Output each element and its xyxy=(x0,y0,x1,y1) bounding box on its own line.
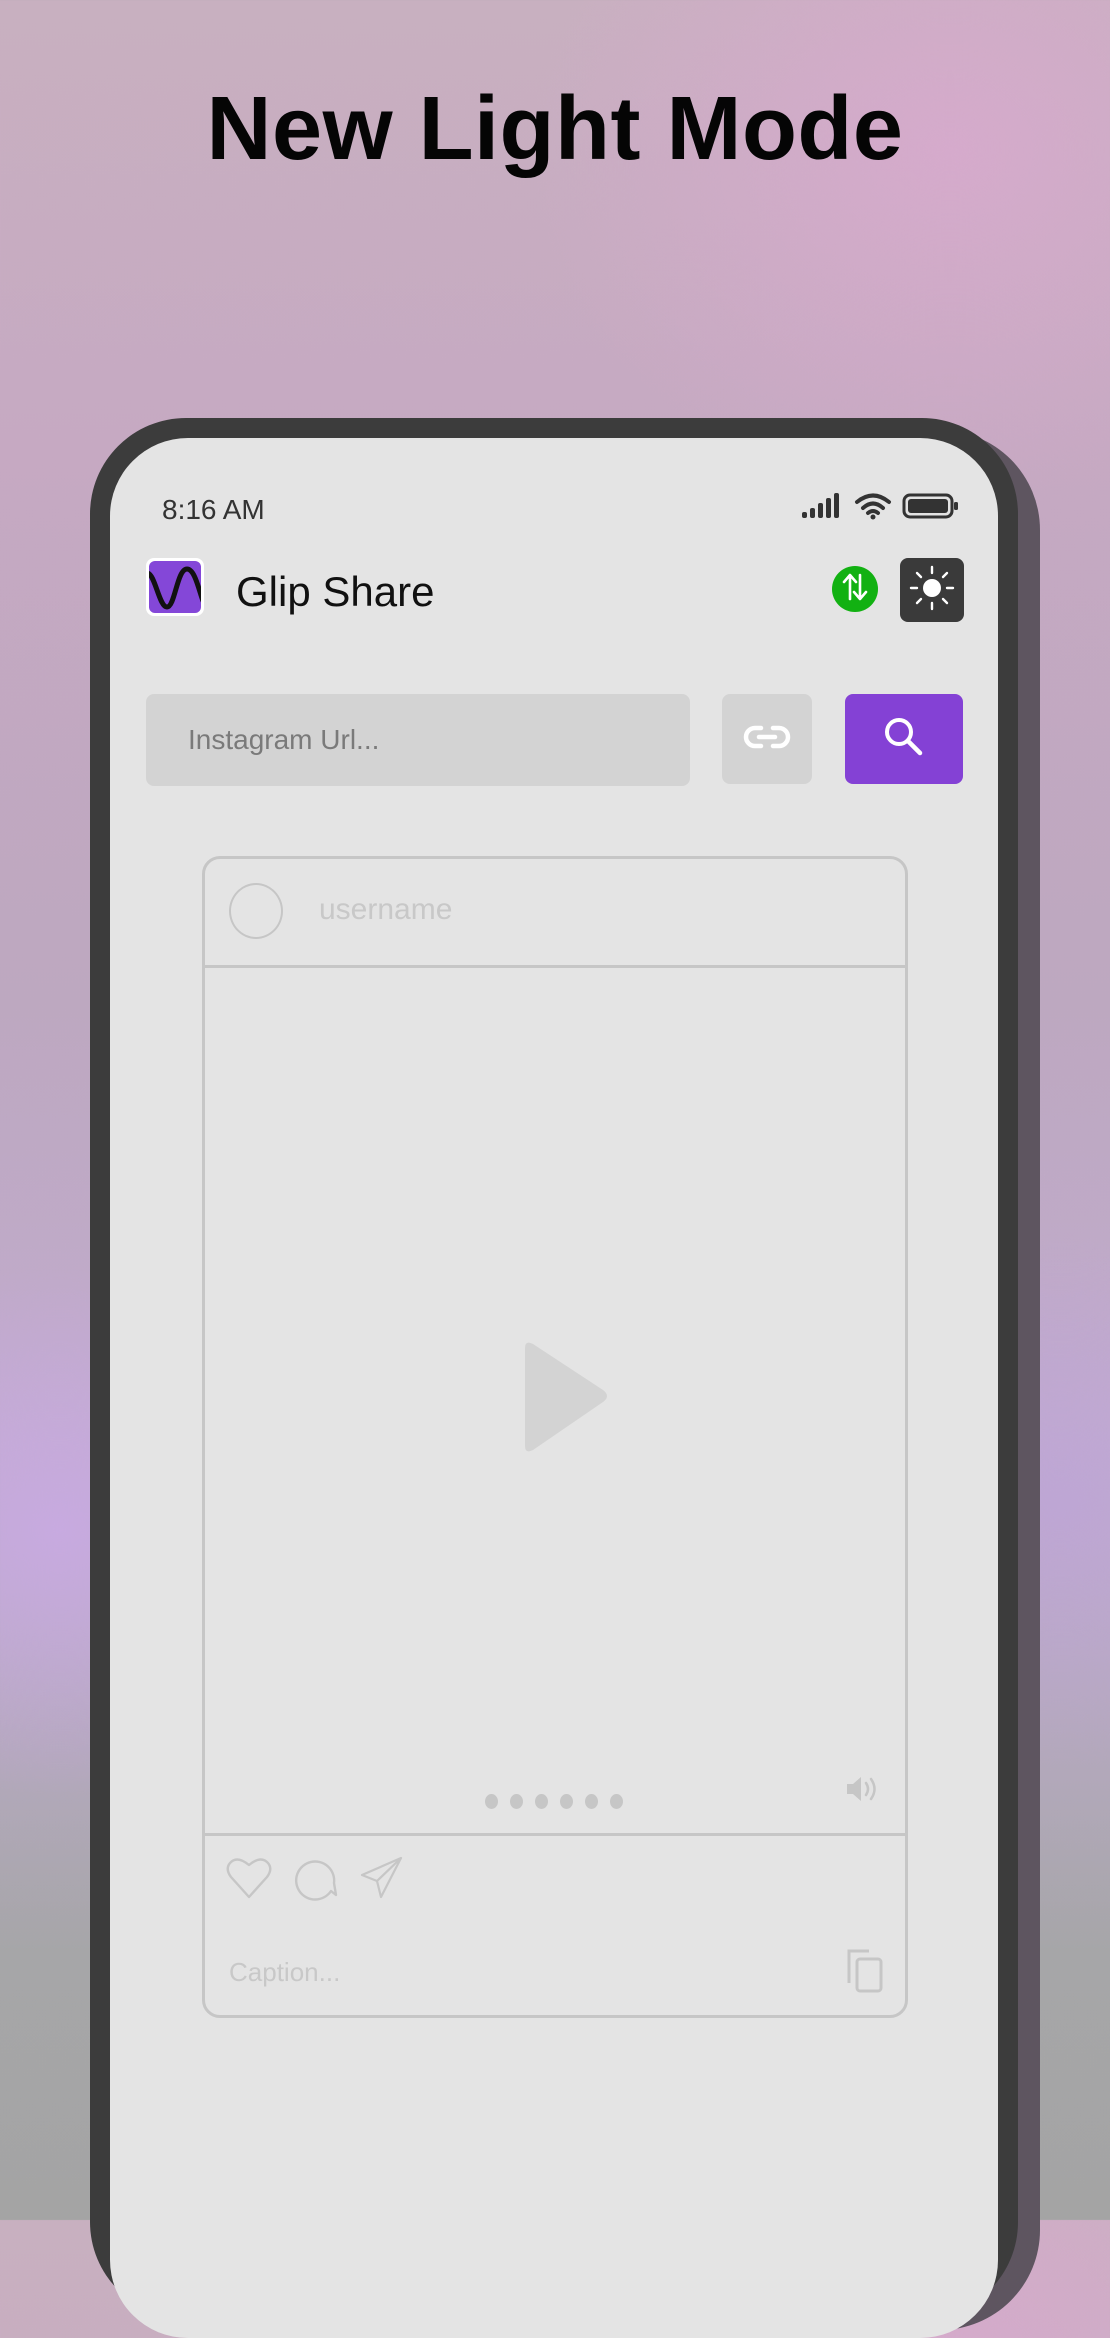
play-icon[interactable] xyxy=(515,1338,615,1463)
app-logo xyxy=(146,558,204,616)
post-actions xyxy=(225,1855,405,1906)
carousel-dot xyxy=(535,1794,548,1809)
app-screen: 8:16 AM Glip Share Instagram Url... user… xyxy=(110,438,998,2338)
carousel-dot xyxy=(585,1794,598,1809)
link-icon xyxy=(743,722,791,757)
heart-icon[interactable] xyxy=(225,1855,273,1906)
app-title: Glip Share xyxy=(236,568,435,615)
phone-frame: 8:16 AM Glip Share Instagram Url... user… xyxy=(90,418,1018,2338)
theme-toggle-button[interactable] xyxy=(900,558,964,622)
carousel-dots xyxy=(485,1794,623,1809)
post-media[interactable] xyxy=(205,968,905,1836)
carousel-dot xyxy=(485,1794,498,1809)
post-header: username xyxy=(205,859,905,968)
paste-link-button[interactable] xyxy=(722,694,812,784)
instagram-url-input[interactable] xyxy=(146,694,690,786)
carousel-dot xyxy=(610,1794,623,1809)
carousel-dot xyxy=(560,1794,573,1809)
caption-text: Caption... xyxy=(229,1957,341,1987)
status-icons xyxy=(802,492,960,520)
share-icon[interactable] xyxy=(359,1855,405,1906)
comment-icon[interactable] xyxy=(293,1855,339,1906)
copy-icon[interactable] xyxy=(845,1947,885,2000)
promo-headline: New Light Mode xyxy=(206,79,904,179)
status-time: 8:16 AM xyxy=(162,494,265,525)
search-icon xyxy=(882,715,926,764)
sun-icon xyxy=(909,565,955,616)
username: username xyxy=(319,893,453,926)
wave-logo-icon xyxy=(149,561,201,613)
avatar xyxy=(229,883,283,939)
swap-vertical-icon xyxy=(841,572,869,607)
carousel-dot xyxy=(510,1794,523,1809)
signal-icon xyxy=(802,493,844,519)
search-button[interactable] xyxy=(845,694,963,784)
wifi-icon xyxy=(854,492,892,520)
volume-icon[interactable] xyxy=(845,1774,883,1809)
battery-icon xyxy=(902,492,960,520)
sync-button[interactable] xyxy=(832,566,878,612)
post-preview-card: username Caption... xyxy=(202,856,908,2018)
